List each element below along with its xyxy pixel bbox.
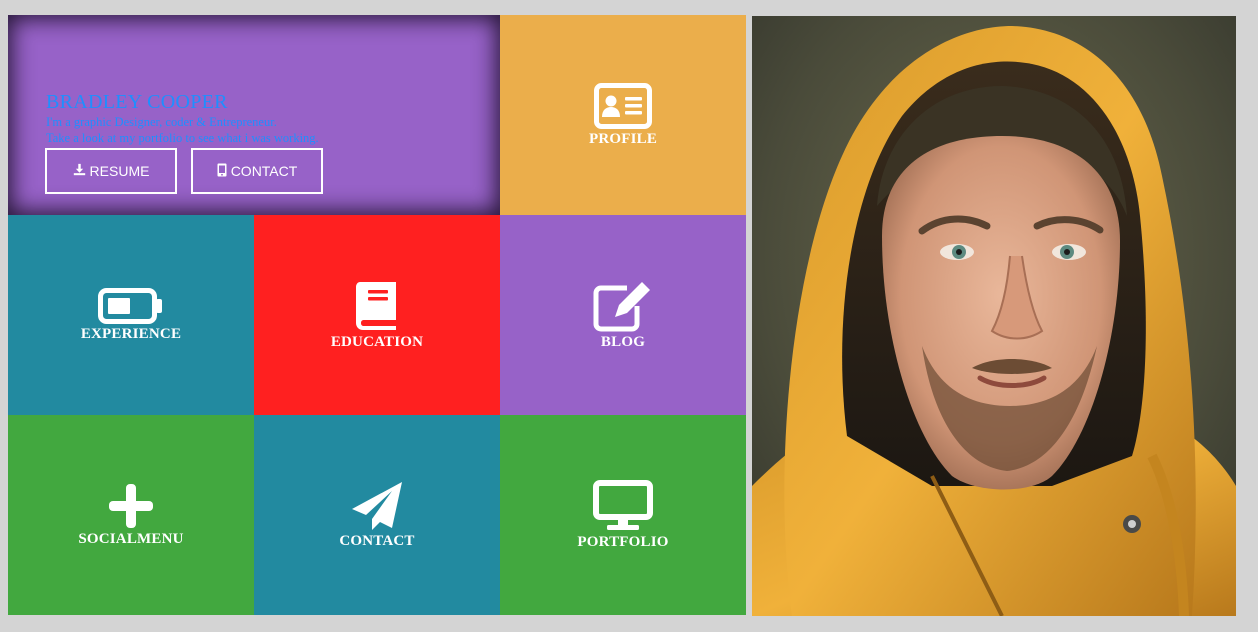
tile-portfolio-label: PORTFOLIO [577,533,669,550]
tile-blog[interactable]: BLOG [500,215,746,415]
contact-button-label: CONTACT [230,163,298,179]
monitor-icon [593,479,653,530]
tile-grid: BRADLEY COOPER I'm a graphic Designer, c… [8,15,746,615]
resume-button[interactable]: RESUME [45,148,177,194]
mobile-icon [217,163,227,180]
profile-photo [752,16,1236,616]
tile-profile[interactable]: PROFILE [500,15,746,215]
paper-plane-icon [352,481,402,530]
hero-subtitle: Take a look at my portfolio to see what … [46,131,319,145]
id-card-icon [594,82,652,129]
tile-contact[interactable]: CONTACT [254,415,500,615]
plus-icon [109,483,153,528]
download-icon [73,163,86,179]
tile-blog-label: BLOG [600,333,646,350]
battery-icon [98,287,162,324]
tile-experience-label: EXPERIENCE [80,325,182,342]
resume-button-label: RESUME [89,163,150,179]
tile-education-label: EDUCATION [330,333,424,350]
edit-icon [593,281,650,331]
hero-tagline: I'm a graphic Designer, coder & Entrepre… [46,115,277,129]
hero-panel: BRADLEY COOPER I'm a graphic Designer, c… [8,15,500,215]
hero-name: BRADLEY COOPER [46,91,228,113]
book-icon [356,281,396,330]
tile-socialmenu[interactable]: SOCIALMENU [8,415,254,615]
tile-contact-label: CONTACT [339,532,415,549]
contact-button[interactable]: CONTACT [191,148,323,194]
tile-experience[interactable]: EXPERIENCE [8,215,254,415]
tile-socialmenu-label: SOCIALMENU [78,530,184,547]
tile-portfolio[interactable]: PORTFOLIO [500,415,746,615]
tile-profile-label: PROFILE [588,130,658,147]
tile-education[interactable]: EDUCATION [254,215,500,415]
